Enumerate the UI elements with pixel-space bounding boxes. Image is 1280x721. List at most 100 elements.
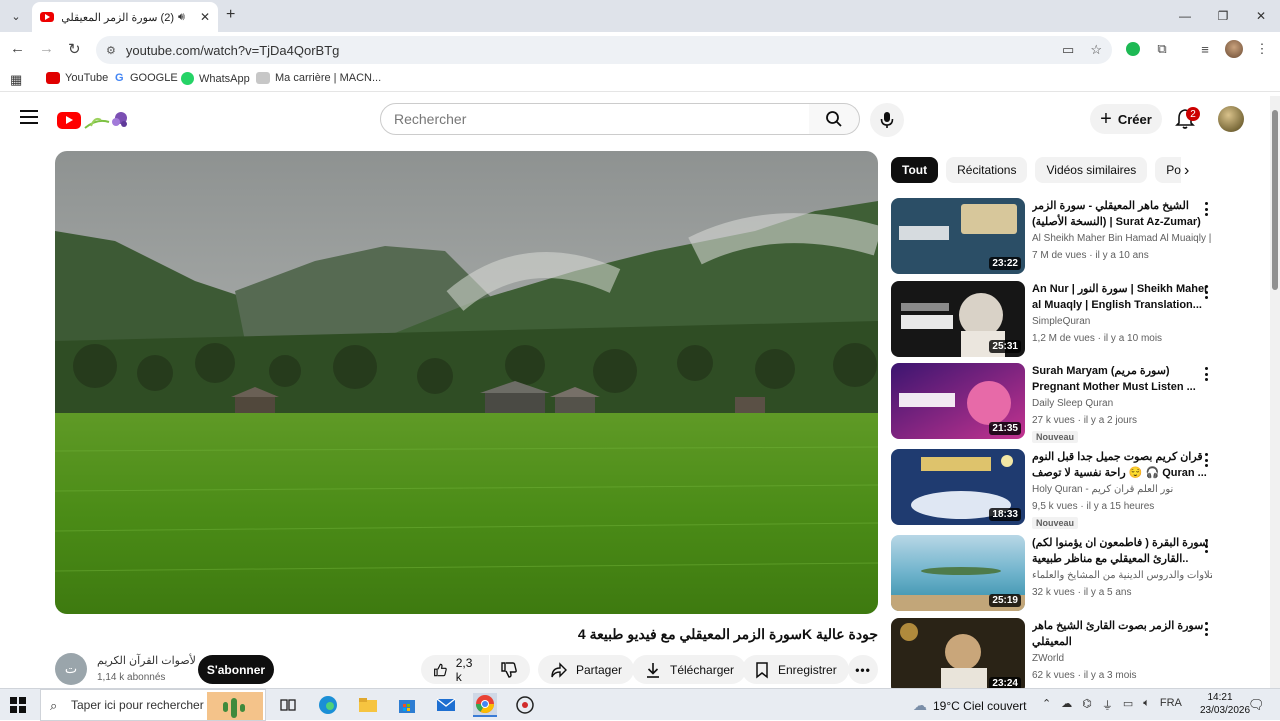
video-meta: 27 k vues · il y a 2 jours xyxy=(1032,415,1138,426)
microsoft-store-icon[interactable] xyxy=(395,693,419,717)
cloud-sync-icon[interactable]: ☁ xyxy=(1061,697,1072,713)
browser-menu-icon[interactable]: ⋮ xyxy=(1251,38,1273,60)
bookmark-whatsapp[interactable]: WhatsApp xyxy=(181,72,250,85)
video-thumbnail[interactable]: 18:33 xyxy=(891,449,1025,525)
hamburger-menu-icon[interactable] xyxy=(20,110,38,124)
more-vertical-icon[interactable] xyxy=(1200,365,1212,383)
video-channel[interactable]: Daily Sleep Quran xyxy=(1032,398,1212,409)
clock-time: 14:21 xyxy=(1207,692,1233,703)
chip-similar-videos[interactable]: Vidéos similaires xyxy=(1035,157,1148,183)
forward-arrow-icon[interactable]: → xyxy=(39,40,54,57)
edge-browser-icon[interactable] xyxy=(316,693,340,717)
battery-icon[interactable]: ▭ xyxy=(1123,697,1133,713)
share-button[interactable]: Partager xyxy=(538,655,635,684)
subscribe-button[interactable]: S'abonner xyxy=(198,655,274,684)
search-button[interactable] xyxy=(809,103,860,135)
video-channel[interactable]: SimpleQuran xyxy=(1032,316,1212,327)
page-scrollbar[interactable] xyxy=(1270,96,1280,688)
more-vertical-icon[interactable] xyxy=(1200,200,1212,218)
voice-search-button[interactable] xyxy=(870,103,904,137)
bookmark-ma-carriere[interactable]: Ma carrière | MACN... xyxy=(256,72,381,84)
usb-icon[interactable]: ⏚ xyxy=(1102,697,1113,713)
video-channel[interactable]: افضل التلاوات والدروس الدينية من المشايخ… xyxy=(1032,570,1212,581)
new-tab-plus-icon[interactable]: + xyxy=(226,6,235,24)
chevron-right-icon[interactable]: › xyxy=(1184,162,1189,180)
notification-center-icon[interactable]: 🗨︎ xyxy=(1248,697,1265,713)
account-avatar[interactable] xyxy=(1218,106,1244,132)
green-extension-icon[interactable] xyxy=(1122,38,1144,60)
site-info-icon[interactable]: ⚙ xyxy=(106,44,116,57)
search-input[interactable]: Rechercher xyxy=(380,103,810,135)
scrollbar-thumb[interactable] xyxy=(1272,110,1278,290)
create-button[interactable]: + Créer xyxy=(1090,104,1162,134)
video-thumbnail[interactable]: 25:31 xyxy=(891,281,1025,357)
speaker-icon[interactable]: 🔊︎ xyxy=(178,11,185,24)
video-channel[interactable]: Holy Quran - نور العلم قرآن كريم xyxy=(1032,484,1212,495)
restore-icon[interactable]: ❐ xyxy=(1204,0,1242,32)
taskbar-search-box[interactable]: ⌕ Taper ici pour rechercher xyxy=(40,689,266,721)
dislike-button[interactable] xyxy=(490,655,530,684)
download-button[interactable]: Télécharger xyxy=(632,655,747,684)
browser-tab-active[interactable]: (2) سورة الزمر المعيقلي مع 🔊︎ ✕ xyxy=(32,2,218,32)
video-channel[interactable]: Al Sheikh Maher Bin Hamad Al Muaiqly | .… xyxy=(1032,233,1212,244)
recommended-video[interactable]: 23:22 الشيخ ماهر المعيقلي - سورة الزمر (… xyxy=(891,198,1253,276)
recommended-video[interactable]: 25:19 (فاطمعون ان يؤمنوا لكم ) سورة البق… xyxy=(891,535,1253,613)
youtube-logo[interactable] xyxy=(57,108,129,132)
video-title[interactable]: (فاطمعون ان يؤمنوا لكم ) سورة البقرة ..ا… xyxy=(1032,535,1212,567)
video-title[interactable]: سورة الزمر بصوت القارئ الشيخ ماهر المعيق… xyxy=(1032,618,1212,650)
chrome-browser-icon[interactable] xyxy=(473,693,497,717)
bookmark-youtube[interactable]: YouTube xyxy=(46,72,108,84)
volume-icon[interactable]: 🔈︎ xyxy=(1143,697,1150,713)
video-title[interactable]: الشيخ ماهر المعيقلي - سورة الزمر (النسخة… xyxy=(1032,198,1212,230)
video-thumbnail[interactable]: 25:19 xyxy=(891,535,1025,611)
bookmark-google[interactable]: G GOOGLE xyxy=(115,72,178,84)
video-thumbnail[interactable]: 23:22 xyxy=(891,198,1025,274)
close-window-icon[interactable]: ✕ xyxy=(1242,0,1280,32)
video-thumbnail[interactable]: 21:35 xyxy=(891,363,1025,439)
video-player[interactable] xyxy=(55,151,878,614)
more-vertical-icon[interactable] xyxy=(1200,537,1212,555)
reload-icon[interactable]: ↻ xyxy=(68,40,81,58)
recommended-video[interactable]: 25:31 An Nur | سورة النور | Sheikh Maher… xyxy=(891,281,1253,359)
chip-tout[interactable]: Tout xyxy=(891,157,939,183)
tab-close-icon[interactable]: ✕ xyxy=(200,10,210,24)
video-title[interactable]: Surah Maryam (سورة مريم) Pregnant Mother… xyxy=(1032,363,1212,395)
windows-start-icon[interactable] xyxy=(10,697,26,713)
more-vertical-icon[interactable] xyxy=(1200,451,1212,469)
more-actions-button[interactable]: ••• xyxy=(848,655,878,684)
tray-expand-icon[interactable]: ⌃ xyxy=(1042,697,1051,713)
channel-avatar[interactable]: ت xyxy=(55,653,87,685)
address-bar[interactable]: ⚙ youtube.com/watch?v=TjDa4QorBTg ▭ ☆ xyxy=(96,36,1112,64)
language-indicator[interactable]: FRA xyxy=(1160,697,1182,713)
like-button[interactable]: 2,3 k xyxy=(421,655,489,684)
clock[interactable]: 14:21 23/03/2026 xyxy=(1200,691,1250,717)
extensions-puzzle-icon[interactable]: ⧉ xyxy=(1151,38,1173,60)
mail-icon[interactable] xyxy=(434,693,458,717)
save-button[interactable]: Enregistrer xyxy=(742,655,849,684)
channel-name[interactable]: لأصوات القرآن الكريم xyxy=(97,654,196,667)
profile-avatar[interactable] xyxy=(1223,38,1245,60)
weather-widget[interactable]: ☁ 19°C Ciel couvert xyxy=(913,697,1027,714)
bookmark-star-icon[interactable]: ☆ xyxy=(1090,42,1102,58)
file-explorer-icon[interactable] xyxy=(356,693,380,717)
video-title[interactable]: An Nur | سورة النور | Sheikh Maher al Mu… xyxy=(1032,281,1212,313)
apps-grid-icon[interactable]: ▦ xyxy=(10,72,22,88)
more-vertical-icon[interactable] xyxy=(1200,283,1212,301)
video-title[interactable]: قران كريم بصوت جميل جدا قبل النوم 😌 راحة… xyxy=(1032,449,1212,481)
more-vertical-icon[interactable] xyxy=(1200,620,1212,638)
back-arrow-icon[interactable]: ← xyxy=(10,40,25,57)
recommended-video[interactable]: 23:24 سورة الزمر بصوت القارئ الشيخ ماهر … xyxy=(891,618,1253,688)
network-icon[interactable]: ⌬ xyxy=(1082,697,1092,713)
video-thumbnail[interactable]: 23:24 xyxy=(891,618,1025,688)
chip-for-you[interactable]: Pour vous xyxy=(1155,157,1181,183)
tab-list-chevron-icon[interactable]: ⌄ xyxy=(6,7,26,25)
recorder-app-icon[interactable] xyxy=(513,693,537,717)
task-view-icon[interactable] xyxy=(276,693,300,717)
minimize-icon[interactable]: — xyxy=(1166,0,1204,32)
cast-icon[interactable]: ▭ xyxy=(1062,42,1074,58)
recommended-video[interactable]: 21:35 Surah Maryam (سورة مريم) Pregnant … xyxy=(891,363,1253,443)
media-queue-icon[interactable]: ≡ xyxy=(1194,38,1216,60)
chip-recitations[interactable]: Récitations xyxy=(946,157,1028,183)
video-channel[interactable]: ZWorld xyxy=(1032,653,1212,664)
recommended-video[interactable]: 18:33 قران كريم بصوت جميل جدا قبل النوم … xyxy=(891,449,1253,529)
